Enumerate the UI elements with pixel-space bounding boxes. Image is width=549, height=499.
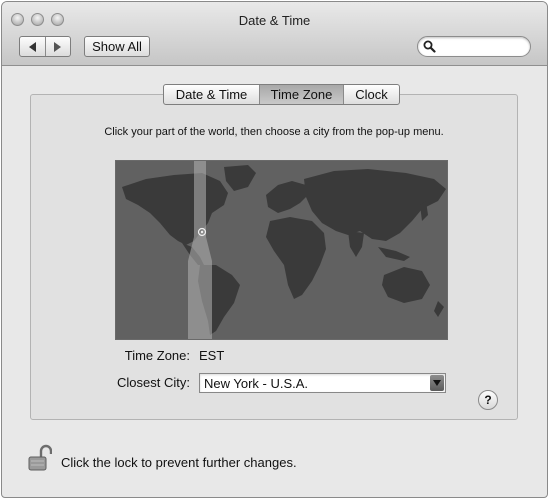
toolbar: Date & Time Show All: [2, 2, 547, 66]
instruction-text: Click your part of the world, then choos…: [104, 126, 444, 138]
tab-clock[interactable]: Clock: [343, 85, 399, 104]
show-all-button[interactable]: Show All: [84, 36, 150, 57]
search-icon: [423, 40, 436, 53]
search-field[interactable]: [417, 36, 531, 57]
time-zone-label: Time Zone:: [124, 348, 190, 363]
closest-city-popup[interactable]: New York - U.S.A.: [199, 373, 446, 393]
closest-city-label: Closest City:: [117, 375, 190, 390]
forward-button[interactable]: [44, 37, 71, 56]
tab-bar: Date & Time Time Zone Clock: [163, 84, 400, 105]
unlocked-padlock-icon[interactable]: [28, 444, 52, 472]
help-button[interactable]: ?: [478, 390, 498, 410]
world-map-image: [122, 161, 446, 339]
forward-arrow-icon: [54, 41, 62, 52]
back-arrow-icon: [28, 41, 36, 52]
tab-time-zone[interactable]: Time Zone: [259, 85, 343, 104]
time-zone-value: EST: [199, 348, 225, 363]
back-button[interactable]: [20, 37, 45, 56]
window-title: Date & Time: [238, 13, 311, 28]
popup-arrow-icon[interactable]: [430, 375, 444, 391]
lock-message: Click the lock to prevent further change…: [61, 455, 297, 470]
back-forward-control: [19, 36, 71, 57]
world-map[interactable]: [115, 160, 448, 340]
tab-date-time[interactable]: Date & Time: [164, 85, 259, 104]
closest-city-value: New York - U.S.A.: [204, 376, 309, 391]
